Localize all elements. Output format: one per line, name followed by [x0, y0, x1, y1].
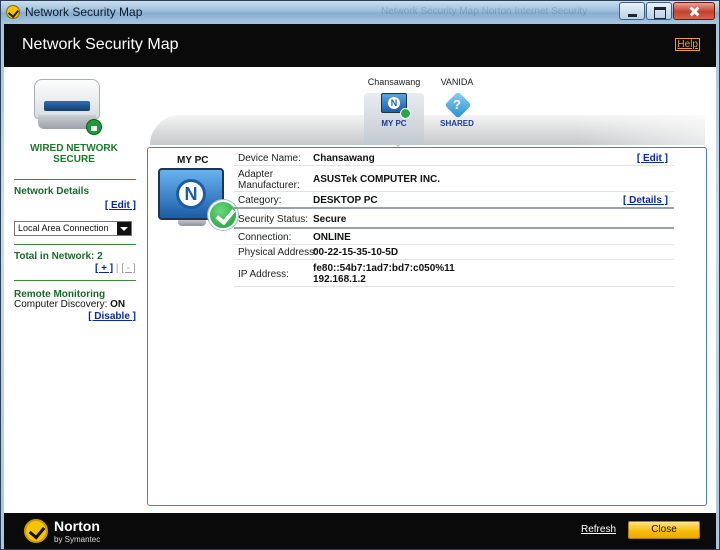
- brand-subtitle: by Symantec: [54, 535, 101, 544]
- chevron-down-icon[interactable]: [117, 222, 131, 235]
- computer-discovery: Computer Discovery: ON: [14, 299, 125, 310]
- row-physical-address: Physical Address: 00-22-15-35-10-5D: [234, 247, 674, 260]
- caption-buttons: [618, 2, 715, 20]
- my-pc-secure-icon: N: [158, 168, 238, 230]
- row-adapter-manufacturer: Adapter Manufacturer: ASUSTek COMPUTER I…: [234, 168, 674, 192]
- wired-router-icon: [34, 79, 104, 137]
- main-body: WIRED NETWORK SECURE Network Details [ E…: [4, 67, 716, 513]
- total-actions: [ + ] | [ - ]: [95, 263, 136, 274]
- row-connection: Connection: ONLINE: [234, 232, 674, 245]
- category-details-link[interactable]: [ Details ]: [623, 195, 668, 206]
- row-value: Chansawang: [313, 153, 375, 164]
- row-value: Secure: [313, 214, 347, 225]
- ipv4-value: 192.168.1.2: [313, 274, 366, 285]
- discovery-label: Computer Discovery:: [14, 299, 108, 310]
- network-details-title: Network Details: [14, 186, 90, 197]
- row-value: DESKTOP PC: [313, 195, 378, 206]
- app-window: Network Security Map Network Security Ma…: [0, 0, 720, 550]
- row-key: Adapter Manufacturer:: [238, 169, 300, 191]
- norton-logo-icon: [24, 519, 48, 543]
- row-device-name: Device Name: Chansawang [ Edit ]: [234, 152, 674, 166]
- row-key: Physical Address:: [238, 247, 317, 258]
- discovery-value: ON: [110, 299, 126, 310]
- node-vanida[interactable]: VANIDA ? SHARED: [424, 77, 490, 145]
- connection-select-value: Local Area Connection: [18, 223, 109, 233]
- row-value: ONLINE: [313, 232, 351, 243]
- disable-discovery-link[interactable]: [ Disable ]: [88, 311, 136, 322]
- lock-icon: [86, 119, 102, 135]
- maximize-button[interactable]: [646, 2, 672, 20]
- norton-app-icon: [6, 5, 20, 19]
- divider: [14, 179, 136, 180]
- row-security-status: Security Status: Secure: [234, 212, 674, 229]
- refresh-link[interactable]: Refresh: [581, 524, 616, 535]
- node-label: Chansawang: [367, 77, 421, 87]
- shared-cube-icon: ?: [444, 91, 472, 119]
- row-key: IP Address:: [238, 269, 289, 280]
- page-footer: Norton by Symantec Refresh Close: [4, 513, 716, 549]
- window-title: Network Security Map: [25, 5, 143, 19]
- action-separator: |: [115, 263, 119, 274]
- page-title: Network Security Map: [22, 36, 179, 53]
- row-key: Connection:: [238, 232, 292, 243]
- remove-device-link[interactable]: [ - ]: [121, 263, 135, 274]
- ipv6-value: fe80::54b7:1ad7:bd7:c050%11: [313, 263, 455, 274]
- node-tab[interactable]: ? SHARED: [427, 91, 487, 145]
- add-device-link[interactable]: [ + ]: [95, 263, 113, 274]
- row-key: Device Name:: [238, 153, 301, 164]
- left-panel: WIRED NETWORK SECURE Network Details [ E…: [14, 67, 139, 513]
- network-details-edit-link[interactable]: [ Edit ]: [105, 200, 136, 211]
- panel-header: MY PC: [177, 155, 209, 166]
- node-chansawang[interactable]: Chansawang N MY PC: [361, 77, 427, 145]
- divider: [14, 244, 136, 245]
- total-in-network: Total in Network: 2: [14, 251, 103, 262]
- node-label: VANIDA: [440, 77, 474, 87]
- faded-title-text: Network Security Map Norton Internet Sec…: [381, 6, 588, 17]
- node-caption: SHARED: [440, 119, 474, 128]
- page-header: Network Security Map Help: [4, 24, 716, 67]
- close-button[interactable]: Close: [628, 521, 700, 539]
- row-key: Category:: [238, 195, 282, 206]
- node-tab-selected[interactable]: N MY PC: [364, 93, 424, 145]
- total-label: Total in Network:: [14, 251, 95, 262]
- minimize-button[interactable]: [619, 2, 645, 20]
- node-caption: MY PC: [381, 119, 407, 128]
- row-value: 00-22-15-35-10-5D: [313, 247, 399, 258]
- total-count: 2: [97, 251, 103, 262]
- connection-select[interactable]: Local Area Connection: [14, 221, 132, 236]
- help-link[interactable]: Help: [675, 38, 700, 51]
- row-ip-address: IP Address: fe80::54b7:1ad7:bd7:c050%11 …: [234, 262, 674, 287]
- device-details-panel: MY PC N Device Name: Chansawang [ Edit ]…: [147, 147, 707, 506]
- row-category: Category: DESKTOP PC [ Details ]: [234, 194, 674, 209]
- row-value: ASUSTek COMPUTER INC.: [313, 174, 441, 185]
- network-status: WIRED NETWORK SECURE: [30, 143, 118, 165]
- row-key: Security Status:: [238, 214, 309, 225]
- title-bar[interactable]: Network Security Map Network Security Ma…: [1, 1, 719, 23]
- divider: [14, 280, 136, 281]
- window-close-button[interactable]: [673, 2, 715, 20]
- brand-name: Norton: [54, 518, 100, 534]
- monitor-check-icon: N: [381, 93, 411, 119]
- edit-device-name-link[interactable]: [ Edit ]: [637, 153, 668, 164]
